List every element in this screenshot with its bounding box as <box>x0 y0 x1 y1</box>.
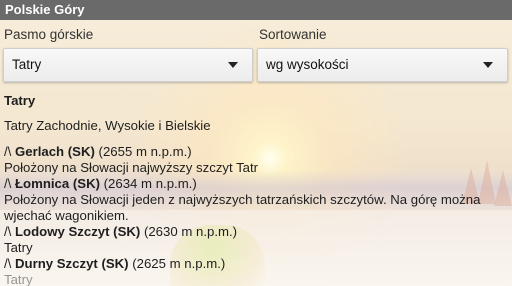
peak-item[interactable]: /\ Gerlach (SK) (2655 m n.p.m.) Położony… <box>4 144 508 176</box>
sort-label: Sortowanie <box>259 27 327 42</box>
peak-marker: /\ <box>4 256 15 271</box>
peak-height: (2625 m n.p.m.) <box>128 256 226 271</box>
peak-item[interactable]: /\ Łomnica (SK) (2634 m n.p.m.) Położony… <box>4 176 508 224</box>
peak-marker: /\ <box>4 224 15 239</box>
range-dropdown[interactable]: Tatry <box>3 48 253 82</box>
peak-name: Gerlach (SK) <box>15 144 95 159</box>
peak-list: Tatry Tatry Zachodnie, Wysokie i Bielski… <box>4 93 508 286</box>
peak-marker: /\ <box>4 144 15 159</box>
app-title: Polskie Góry <box>5 2 85 17</box>
range-label: Pasmo górskie <box>4 27 94 42</box>
peak-description: Położony na Słowacji najwyższy szczyt Ta… <box>4 160 259 175</box>
chevron-down-icon <box>483 62 493 68</box>
peak-description: Położony na Słowacji jeden z najwyższych… <box>4 192 481 223</box>
peak-description: Tatry <box>4 272 33 286</box>
range-dropdown-value: Tatry <box>12 57 42 72</box>
peak-description: Tatry <box>4 240 33 255</box>
peak-height: (2655 m n.p.m.) <box>94 144 192 159</box>
sort-dropdown[interactable]: wg wysokości <box>257 48 508 82</box>
app-titlebar: Polskie Góry <box>0 0 512 20</box>
chevron-down-icon <box>228 62 238 68</box>
peak-height: (2634 m n.p.m.) <box>100 176 197 191</box>
peak-height: (2630 m n.p.m.) <box>140 224 238 239</box>
peak-name: Łomnica (SK) <box>15 176 100 191</box>
peak-item[interactable]: /\ Durny Szczyt (SK) (2625 m n.p.m.) Tat… <box>4 256 508 286</box>
sort-dropdown-value: wg wysokości <box>266 57 349 72</box>
peak-name: Lodowy Szczyt (SK) <box>15 224 141 239</box>
peak-item[interactable]: /\ Lodowy Szczyt (SK) (2630 m n.p.m.) Ta… <box>4 224 508 256</box>
range-heading: Tatry <box>4 93 36 108</box>
peak-name: Durny Szczyt (SK) <box>15 256 129 271</box>
range-subtitle: Tatry Zachodnie, Wysokie i Bielskie <box>4 118 211 133</box>
peak-marker: /\ <box>4 176 15 191</box>
